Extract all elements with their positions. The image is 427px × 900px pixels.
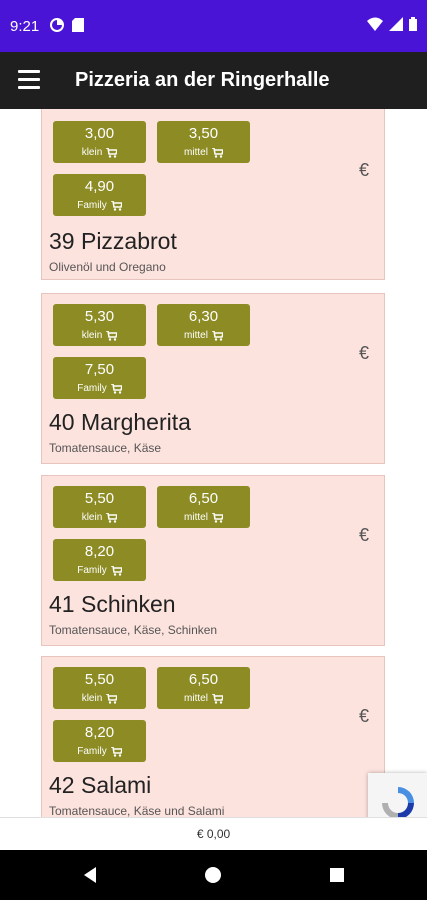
item-description: Tomatensauce, Käse [49, 441, 162, 455]
price-button-klein[interactable]: 5,50 klein [53, 667, 146, 709]
menu-list[interactable]: 3,00 klein 3,50 mittel 4,90 Family € 39 … [0, 109, 427, 817]
price-button-mittel[interactable]: 6,30 mittel [157, 304, 250, 346]
currency-symbol: € [359, 706, 370, 726]
status-bar: 9:21 [0, 0, 427, 52]
cart-icon [106, 693, 118, 704]
cart-total: € 0,00 [196, 827, 231, 841]
price-button-klein[interactable]: 5,50 klein [53, 486, 146, 528]
menu-item-card: 3,00 klein 3,50 mittel 4,90 Family € 39 … [41, 109, 385, 280]
item-description: Olivenöl und Oregano [49, 260, 166, 274]
currency-symbol: € [359, 525, 370, 545]
cart-icon [110, 746, 122, 757]
cart-icon [106, 330, 118, 341]
back-icon[interactable] [78, 863, 102, 887]
cart-icon [106, 147, 118, 158]
cart-icon [211, 147, 223, 158]
menu-item-card: 5,30 klein 6,30 mittel 7,50 Family € 40 … [41, 293, 385, 464]
price-button-family[interactable]: 7,50 Family [53, 357, 146, 399]
price-button-mittel[interactable]: 3,50 mittel [157, 121, 250, 163]
price-button-family[interactable]: 8,20 Family [53, 539, 146, 581]
cart-icon [211, 330, 223, 341]
menu-item-card: 5,50 klein 6,50 mittel 8,20 Family € 41 … [41, 475, 385, 646]
signal-icon [389, 17, 403, 31]
price-button-mittel[interactable]: 6,50 mittel [157, 486, 250, 528]
home-icon[interactable] [201, 863, 225, 887]
cart-icon [211, 512, 223, 523]
cart-icon [211, 693, 223, 704]
hamburger-menu-icon[interactable] [18, 70, 40, 90]
cart-icon [110, 565, 122, 576]
price-button-klein[interactable]: 5,30 klein [53, 304, 146, 346]
wifi-icon [367, 17, 383, 31]
item-title: 42 Salami [49, 772, 152, 798]
item-description: Tomatensauce, Käse, Schinken [49, 623, 218, 637]
app-bar: Pizzeria an der Ringerhalle [0, 52, 427, 109]
item-title: 40 Margherita [49, 409, 191, 435]
price-button-mittel[interactable]: 6,50 mittel [157, 667, 250, 709]
currency-symbol: € [359, 343, 370, 363]
item-title: 41 Schinken [49, 591, 176, 617]
menu-item-card: 5,50 klein 6,50 mittel 8,20 Family € 42 … [41, 656, 385, 817]
cart-total-bar[interactable]: € 0,00 [0, 817, 427, 851]
price-button-family[interactable]: 4,90 Family [53, 174, 146, 216]
sd-card-icon [72, 18, 84, 32]
status-time: 9:21 [10, 18, 40, 35]
data-saver-icon [50, 18, 64, 32]
item-description: Tomatensauce, Käse und Salami [49, 804, 225, 817]
recents-icon[interactable] [325, 863, 349, 887]
cart-icon [110, 383, 122, 394]
item-title: 39 Pizzabrot [49, 228, 177, 254]
price-button-family[interactable]: 8,20 Family [53, 720, 146, 762]
page-title: Pizzeria an der Ringerhalle [75, 69, 330, 91]
price-button-klein[interactable]: 3,00 klein [53, 121, 146, 163]
currency-symbol: € [359, 160, 370, 180]
cart-icon [106, 512, 118, 523]
battery-icon [409, 17, 417, 31]
navigation-bar [0, 850, 427, 900]
cart-icon [110, 200, 122, 211]
